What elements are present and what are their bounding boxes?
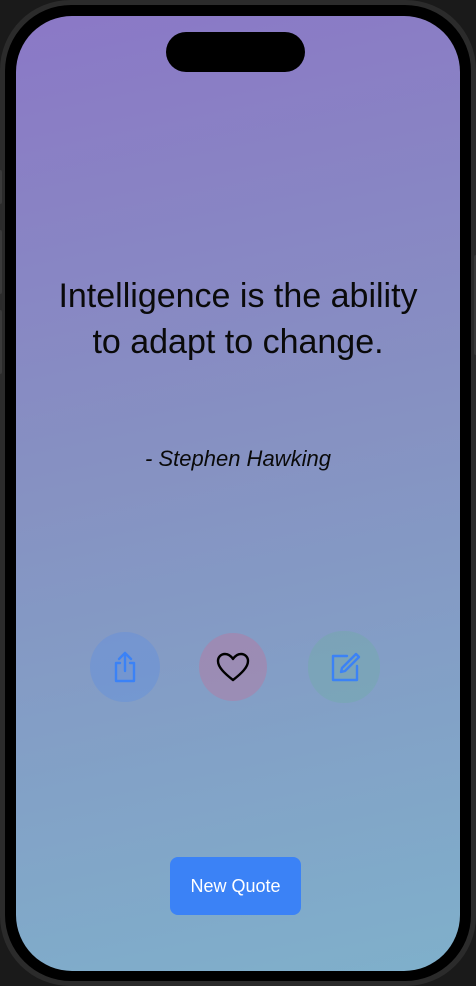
volume-up-button bbox=[0, 230, 2, 294]
share-icon bbox=[114, 651, 136, 683]
app-screen: Intelligence is the ability to adapt to … bbox=[16, 16, 460, 971]
mute-switch bbox=[0, 170, 2, 204]
edit-icon bbox=[331, 652, 361, 682]
share-button[interactable] bbox=[90, 632, 160, 702]
favorite-button[interactable] bbox=[199, 633, 267, 701]
quote-author: - Stephen Hawking bbox=[145, 446, 331, 471]
volume-down-button bbox=[0, 310, 2, 374]
new-quote-button[interactable]: New Quote bbox=[170, 857, 301, 915]
heart-icon bbox=[216, 652, 250, 682]
dynamic-island bbox=[166, 32, 305, 72]
quote-text: Intelligence is the ability to adapt to … bbox=[58, 277, 418, 361]
edit-button[interactable] bbox=[308, 631, 380, 703]
phone-frame: Intelligence is the ability to adapt to … bbox=[0, 0, 476, 986]
